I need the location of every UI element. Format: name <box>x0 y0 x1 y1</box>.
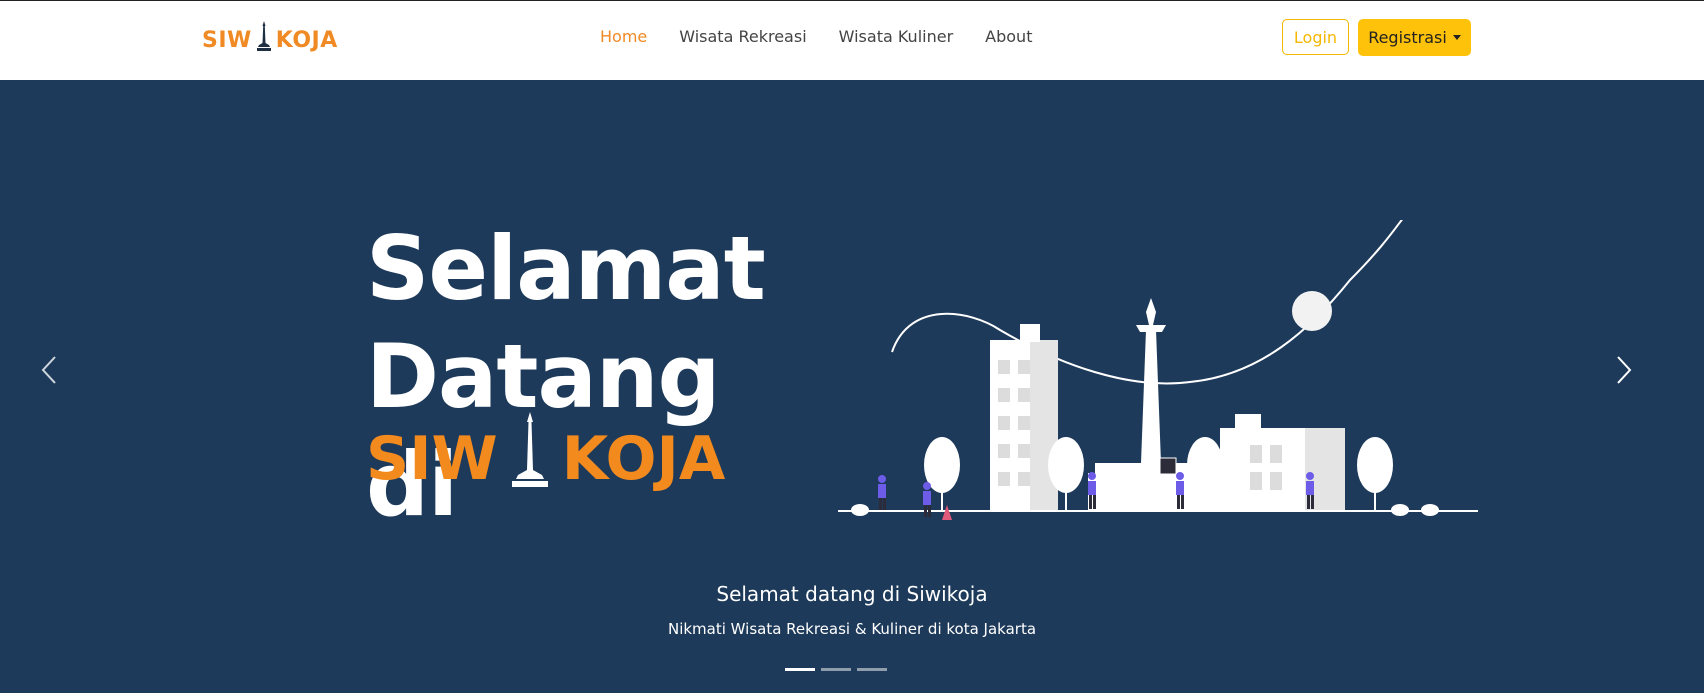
carousel-caption-subtitle: Nikmati Wisata Rekreasi & Kuliner di kot… <box>667 620 1037 638</box>
chevron-right-icon <box>1617 356 1632 384</box>
carousel-indicator-2[interactable] <box>821 668 851 671</box>
monas-icon <box>256 21 271 51</box>
carousel-prev-button[interactable] <box>30 340 70 400</box>
nav-about[interactable]: About <box>985 27 1032 46</box>
carousel-indicator-3[interactable] <box>857 668 887 671</box>
register-dropdown-button[interactable]: Registrasi <box>1358 19 1471 56</box>
brand-logo[interactable]: SIW KOJA <box>202 19 338 53</box>
hero-brand-left: SIW <box>366 424 498 494</box>
nav-links: Home Wisata Rekreasi Wisata Kuliner Abou… <box>600 27 1064 46</box>
chevron-left-icon <box>41 356 56 384</box>
hero-brand-right: KOJA <box>561 424 726 494</box>
login-button[interactable]: Login <box>1282 19 1349 55</box>
register-label: Registrasi <box>1368 28 1447 47</box>
carousel-indicators <box>785 668 887 671</box>
caret-down-icon <box>1452 35 1461 40</box>
brand-text-right: KOJA <box>275 28 338 53</box>
login-label: Login <box>1293 27 1338 47</box>
city-illustration <box>838 220 1478 520</box>
carousel-caption-title: Selamat datang di Siwikoja <box>716 582 988 606</box>
hero-brand-logo: SIW KOJA <box>366 410 725 494</box>
nav-wisata-kuliner[interactable]: Wisata Kuliner <box>839 27 954 46</box>
carousel-indicator-1[interactable] <box>785 668 815 671</box>
navbar: SIW KOJA Home Wisata Rekreasi Wisata Kul… <box>0 0 1704 80</box>
brand-text-left: SIW <box>202 28 252 53</box>
nav-home[interactable]: Home <box>600 27 647 46</box>
hero-carousel: Selamat Datang di SIW KOJA Selamat datan… <box>0 80 1704 693</box>
monas-icon <box>511 412 548 487</box>
carousel-next-button[interactable] <box>1603 340 1643 400</box>
hero-title-line1: Selamat <box>366 217 766 320</box>
nav-wisata-rekreasi[interactable]: Wisata Rekreasi <box>679 27 806 46</box>
